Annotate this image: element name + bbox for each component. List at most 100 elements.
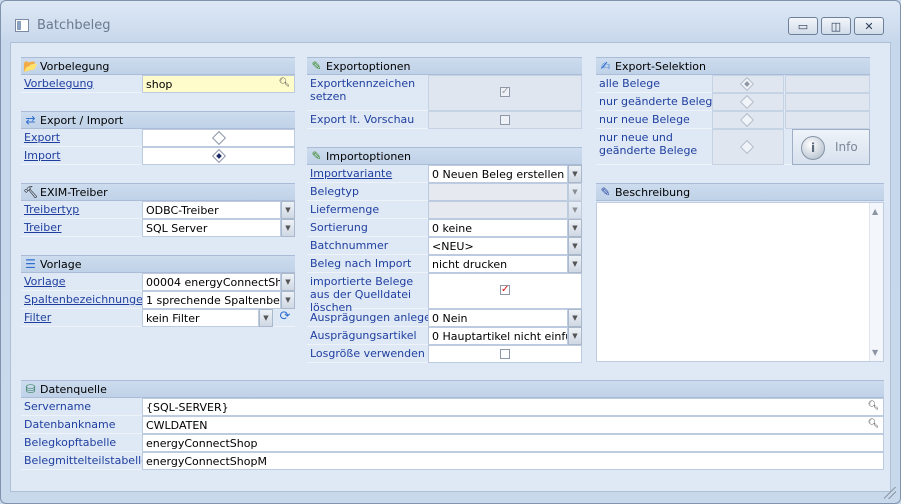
form-content: 📂 Vorbelegung Vorbelegung shop 🔍︎ ⇄ Expo… bbox=[10, 42, 891, 492]
servername-value: {SQL-SERVER} bbox=[146, 401, 229, 414]
close-button[interactable]: ✕ bbox=[854, 17, 884, 35]
losgroesse-checkbox[interactable] bbox=[500, 349, 510, 359]
chevron-down-icon[interactable]: ▼ bbox=[281, 219, 295, 237]
vorbelegung-input[interactable]: shop 🔍︎ bbox=[142, 75, 295, 93]
search-icon[interactable]: 🔍︎ bbox=[868, 401, 879, 411]
resize-grip[interactable] bbox=[884, 487, 896, 499]
beschreibung-textarea[interactable]: ▲ ▼ bbox=[596, 202, 884, 362]
importoptionen-header: ✎ Importoptionen bbox=[307, 147, 582, 165]
vertical-scrollbar[interactable]: ▲ ▼ bbox=[869, 203, 883, 361]
scroll-down-icon[interactable]: ▼ bbox=[872, 348, 878, 357]
vorbelegung-section: 📂 Vorbelegung Vorbelegung shop 🔍︎ bbox=[21, 57, 295, 93]
datenbankname-input[interactable]: CWLDATEN 🔍︎ bbox=[142, 416, 884, 434]
export-import-title: Export / Import bbox=[40, 113, 124, 127]
neue-belege-radio[interactable] bbox=[739, 112, 755, 128]
restore-button[interactable]: ◫ bbox=[821, 17, 851, 35]
neue-geaenderte-radio-cell[interactable] bbox=[712, 129, 784, 165]
neue-geaenderte-row: nur neue und geänderte Belege i Info bbox=[596, 129, 870, 165]
servername-input[interactable]: {SQL-SERVER} 🔍︎ bbox=[142, 398, 884, 416]
treiber-select[interactable]: SQL Server bbox=[142, 219, 281, 237]
chevron-down-icon[interactable]: ▼ bbox=[568, 327, 582, 345]
title-bar: Batchbeleg ▭ ◫ ✕ bbox=[1, 1, 900, 41]
folder-icon: 📂 bbox=[23, 59, 38, 73]
chevron-down-icon[interactable]: ▼ bbox=[568, 237, 582, 255]
servername-label: Servername bbox=[24, 400, 92, 413]
liefermenge-label: Liefermenge bbox=[310, 203, 380, 216]
geaenderte-belege-radio[interactable] bbox=[739, 94, 755, 110]
info-icon: i bbox=[801, 136, 825, 160]
belegkopftabelle-input[interactable]: energyConnectShop bbox=[142, 434, 884, 452]
alle-belege-radio[interactable] bbox=[739, 76, 755, 92]
chevron-down-icon[interactable]: ▼ bbox=[259, 309, 273, 327]
vorbelegung-row: Vorbelegung shop 🔍︎ bbox=[21, 75, 295, 93]
database-icon: ⛁ bbox=[25, 382, 36, 396]
import-radio-cell[interactable] bbox=[142, 147, 295, 165]
auspraegungen-select[interactable]: 0 Nein bbox=[428, 309, 568, 327]
alle-belege-radio-cell[interactable] bbox=[712, 75, 784, 93]
beschreibung-section: ✎ Beschreibung ▲ ▼ bbox=[596, 183, 884, 362]
beleg-nach-import-select[interactable]: nicht drucken bbox=[428, 255, 568, 273]
search-icon[interactable]: 🔍︎ bbox=[279, 78, 290, 88]
datenquelle-header: ⛁ Datenquelle bbox=[21, 380, 884, 398]
neue-geaenderte-radio[interactable] bbox=[739, 139, 755, 155]
alle-belege-label: alle Belege bbox=[599, 77, 661, 90]
vorlage-select[interactable]: 00004 energyConnectShop bbox=[142, 273, 281, 291]
exim-section: 🔨︎ EXIM-Treiber Treibertyp ODBC-Treiber … bbox=[21, 183, 295, 237]
belegmittelteilstabelle-input[interactable]: energyConnectShopM bbox=[142, 452, 884, 470]
info-button[interactable]: i Info bbox=[792, 129, 870, 165]
export-row: Export bbox=[21, 129, 295, 147]
datenquelle-title: Datenquelle bbox=[40, 382, 107, 396]
spaltenbezeichnungen-value: 1 sprechende Spaltenbezeichn bbox=[146, 294, 280, 307]
belegtyp-row: Belegtyp ▼ bbox=[307, 183, 582, 201]
batchnummer-select[interactable]: <NEU> bbox=[428, 237, 568, 255]
sortierung-select[interactable]: 0 keine bbox=[428, 219, 568, 237]
export-selektion-section: ✍ Export-Selektion alle Belege nur geänd… bbox=[596, 57, 870, 165]
belege-loeschen-checkbox[interactable]: ✓ bbox=[500, 285, 510, 295]
importvariante-select[interactable]: 0 Neuen Beleg erstellen bbox=[428, 165, 568, 183]
geaenderte-belege-label: nur geänderte Belege bbox=[599, 95, 720, 108]
scroll-up-icon[interactable]: ▲ bbox=[872, 207, 878, 216]
filter-row: Filter kein Filter ▼ ⟳ bbox=[21, 309, 295, 327]
neue-geaenderte-label: nur neue und geänderte Belege bbox=[599, 131, 698, 157]
alle-belege-row: alle Belege bbox=[596, 75, 870, 93]
chevron-down-icon[interactable]: ▼ bbox=[568, 201, 582, 219]
pencil-icon: ✎ bbox=[311, 59, 322, 73]
minimize-button[interactable]: ▭ bbox=[788, 17, 818, 35]
export-radio-cell[interactable] bbox=[142, 129, 295, 147]
datenquelle-section: ⛁ Datenquelle Servername {SQL-SERVER} 🔍︎… bbox=[21, 380, 884, 470]
vorlage-title: Vorlage bbox=[40, 257, 82, 271]
chevron-down-icon[interactable]: ▼ bbox=[568, 219, 582, 237]
geaenderte-belege-row: nur geänderte Belege bbox=[596, 93, 870, 111]
chevron-down-icon[interactable]: ▼ bbox=[281, 273, 295, 291]
chevron-down-icon[interactable]: ▼ bbox=[568, 183, 582, 201]
belegtyp-select[interactable] bbox=[428, 183, 568, 201]
auspraegungsartikel-row: Ausprägungsartikel 0 Hauptartikel nicht … bbox=[307, 327, 582, 345]
belege-loeschen-cell: ✓ bbox=[428, 273, 582, 309]
losgroesse-cell bbox=[428, 345, 582, 363]
exportkennzeichen-checkbox[interactable]: ✓ bbox=[500, 87, 510, 97]
geaenderte-belege-radio-cell[interactable] bbox=[712, 93, 784, 111]
export-vorschau-checkbox[interactable] bbox=[500, 115, 510, 125]
liefermenge-select[interactable] bbox=[428, 201, 568, 219]
filter-select[interactable]: kein Filter bbox=[142, 309, 259, 327]
chevron-down-icon[interactable]: ▼ bbox=[281, 201, 295, 219]
servername-row: Servername {SQL-SERVER} 🔍︎ bbox=[21, 398, 884, 416]
spaltenbezeichnungen-label: Spaltenbezeichnungen bbox=[24, 293, 150, 306]
export-radio[interactable] bbox=[211, 130, 227, 146]
spaltenbezeichnungen-row: Spaltenbezeichnungen 1 sprechende Spalte… bbox=[21, 291, 295, 309]
chevron-down-icon[interactable]: ▼ bbox=[568, 309, 582, 327]
vorlage-label: Vorlage bbox=[24, 275, 66, 288]
chevron-down-icon[interactable]: ▼ bbox=[568, 255, 582, 273]
liefermenge-row: Liefermenge ▼ bbox=[307, 201, 582, 219]
chevron-down-icon[interactable]: ▼ bbox=[568, 165, 582, 183]
neue-belege-radio-cell[interactable] bbox=[712, 111, 784, 129]
import-radio[interactable] bbox=[211, 148, 227, 164]
auspraegungsartikel-select[interactable]: 0 Hauptartikel nicht einfügen bbox=[428, 327, 568, 345]
search-icon[interactable]: 🔍︎ bbox=[868, 419, 879, 429]
treibertyp-select[interactable]: ODBC-Treiber bbox=[142, 201, 281, 219]
chevron-down-icon[interactable]: ▼ bbox=[281, 291, 295, 309]
belegtyp-label: Belegtyp bbox=[310, 185, 359, 198]
filter-label: Filter bbox=[24, 311, 52, 324]
refresh-icon[interactable]: ⟳ bbox=[276, 309, 294, 327]
spaltenbezeichnungen-select[interactable]: 1 sprechende Spaltenbezeichn bbox=[142, 291, 281, 309]
